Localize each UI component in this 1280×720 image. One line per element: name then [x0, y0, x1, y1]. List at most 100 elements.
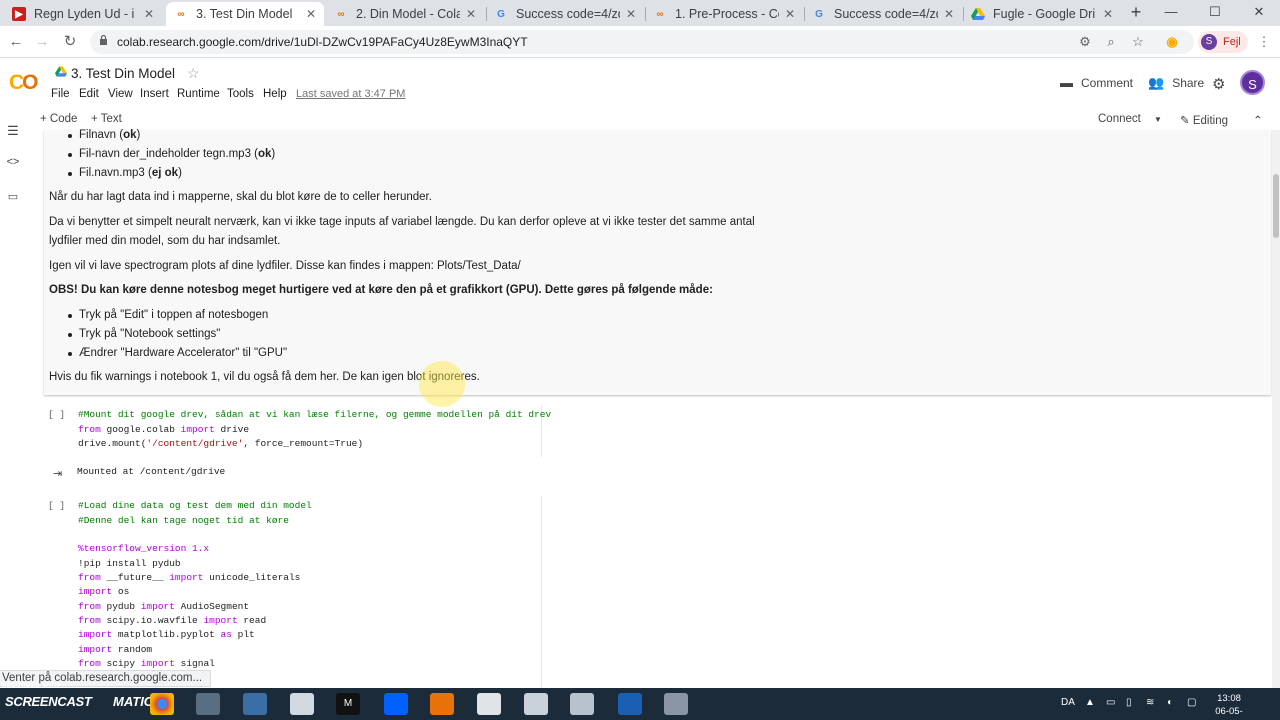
chrome-taskbar-icon[interactable]	[150, 693, 174, 715]
bookmark-star-icon[interactable]: ☆	[1130, 35, 1146, 49]
forward-icon[interactable]: →	[32, 32, 52, 52]
files-folder-icon[interactable]: ▭	[5, 190, 21, 203]
close-icon[interactable]: ✕	[1101, 7, 1115, 21]
code-line[interactable]: #Mount dit google drev, sådan at vi kan …	[78, 409, 551, 420]
tab-pre-process[interactable]: ∞ 1. Pre-Process - Co ✕	[645, 2, 803, 26]
tab-test-din-model[interactable]: ∞ 3. Test Din Model ✕	[166, 2, 324, 26]
settings-taskbar-icon[interactable]	[290, 693, 314, 715]
code-line[interactable]: from scipy import signal	[78, 658, 215, 669]
network-icon[interactable]: ▭	[1106, 697, 1115, 708]
cell-output: Mounted at /content/gdrive	[77, 466, 226, 477]
share-label: Share	[1172, 76, 1205, 90]
site-settings-icon[interactable]: ⚙	[1077, 35, 1093, 49]
notification-icon[interactable]: ▢	[1187, 697, 1196, 708]
new-tab-button[interactable]: +	[1126, 3, 1146, 23]
extension-icon[interactable]: ◉	[1164, 35, 1180, 49]
close-icon[interactable]: ✕	[783, 7, 797, 21]
chevron-down-icon: ▼	[1154, 115, 1162, 124]
tab-regn-lyden[interactable]: ▶ Regn Lyden Ud - i ✕	[4, 2, 162, 26]
profile-chip[interactable]: S Fejl	[1198, 31, 1248, 53]
battery-icon[interactable]: ▯	[1126, 697, 1132, 708]
settings-button[interactable]: ⚙	[1212, 75, 1233, 93]
menu-view[interactable]: View	[108, 88, 133, 100]
tab-success-code-2[interactable]: G Success code=4/zq ✕	[804, 2, 962, 26]
output-actions-icon[interactable]: ⇥	[53, 467, 62, 480]
colab-icon: ∞	[177, 8, 185, 20]
paragraph-bold: OBS! Du kan køre denne notesbog meget hu…	[49, 284, 713, 296]
add-code-button[interactable]: + Code	[40, 113, 77, 125]
profile-error-label: Fejl	[1223, 36, 1241, 48]
connect-button[interactable]: Connect ▼	[1098, 113, 1162, 125]
tab-fugle-drive[interactable]: Fugle - Google Dri ✕	[963, 2, 1121, 26]
code-line[interactable]: drive.mount('/content/gdrive', force_rem…	[78, 438, 363, 449]
close-icon[interactable]: ✕	[304, 7, 318, 21]
code-line[interactable]: from pydub import AudioSegment	[78, 601, 249, 612]
run-cell-button[interactable]: [ ]	[48, 500, 65, 511]
wifi-icon[interactable]: ≋	[1146, 697, 1154, 708]
close-window-button[interactable]: ✕	[1238, 0, 1280, 26]
tab-success-code-1[interactable]: G Success code=4/zq ✕	[486, 2, 644, 26]
back-icon[interactable]: ←	[6, 32, 26, 52]
file-taskbar-icon[interactable]	[243, 693, 267, 715]
code-line[interactable]: import os	[78, 586, 129, 597]
zoom-icon[interactable]: ⌕	[1103, 35, 1119, 49]
editing-mode-button[interactable]: ✎ Editing	[1180, 113, 1228, 127]
code-line[interactable]: import matplotlib.pyplot as plt	[78, 629, 255, 640]
document-taskbar-icon[interactable]	[570, 693, 594, 715]
code-line[interactable]: from __future__ import unicode_literals	[78, 572, 300, 583]
colab-logo[interactable]: CO	[9, 71, 39, 95]
code-line[interactable]: !pip install pydub	[78, 558, 181, 569]
paragraph: Igen vil vi lave spectrogram plots af di…	[49, 260, 521, 272]
collapse-header-icon[interactable]: ⌃	[1253, 113, 1263, 127]
close-icon[interactable]: ✕	[464, 7, 478, 21]
comment-button[interactable]: ▬ Comment	[1060, 75, 1133, 90]
omnibox[interactable]: colab.research.google.com/drive/1uDl-DZw…	[90, 30, 1194, 54]
close-icon[interactable]: ✕	[942, 7, 956, 21]
code-snippets-icon[interactable]: <>	[5, 156, 21, 168]
reload-icon[interactable]: ↻	[60, 32, 80, 52]
mouse-cursor-highlight	[419, 361, 465, 407]
taskbar-clock[interactable]: 13:08 06-05-2020	[1206, 692, 1252, 720]
list-item: Fil-navn der_indeholder tegn.mp3 (ok)	[67, 148, 276, 160]
code-line[interactable]: from scipy.io.wavfile import read	[78, 615, 266, 626]
menu-file[interactable]: File	[51, 88, 70, 100]
menu-runtime[interactable]: Runtime	[177, 88, 220, 100]
close-icon[interactable]: ✕	[624, 7, 638, 21]
tray-up-icon[interactable]: ▲	[1085, 697, 1095, 708]
star-icon[interactable]: ☆	[187, 65, 200, 82]
maximize-button[interactable]: ☐	[1194, 0, 1236, 26]
menu-tools[interactable]: Tools	[227, 88, 254, 100]
code-line[interactable]: %tensorflow_version 1.x	[78, 543, 209, 554]
table-of-contents-icon[interactable]: ☰	[5, 123, 21, 139]
volume-icon[interactable]: ◖	[1166, 697, 1172, 708]
snipping-taskbar-icon[interactable]	[664, 693, 688, 715]
last-saved-link[interactable]: Last saved at 3:47 PM	[296, 88, 405, 100]
drive-icon	[971, 7, 985, 21]
menu-insert[interactable]: Insert	[140, 88, 169, 100]
tab-din-model[interactable]: ∞ 2. Din Model - Cola ✕	[326, 2, 484, 26]
code-line[interactable]: from google.colab import drive	[78, 424, 249, 435]
user-avatar[interactable]: S	[1240, 70, 1265, 95]
dropbox-taskbar-icon[interactable]	[384, 693, 408, 715]
menu-edit[interactable]: Edit	[79, 88, 99, 100]
notebook-title[interactable]: 3. Test Din Model	[71, 66, 175, 81]
add-text-button[interactable]: + Text	[91, 113, 122, 125]
code-line[interactable]: import random	[78, 644, 152, 655]
browser-taskbar-icon[interactable]	[618, 693, 642, 715]
editor-taskbar-icon[interactable]	[430, 693, 454, 715]
close-icon[interactable]: ✕	[142, 7, 156, 21]
code-line[interactable]: #Load dine data og test dem med din mode…	[78, 500, 312, 511]
chart-taskbar-icon[interactable]	[524, 693, 548, 715]
minimize-button[interactable]: —	[1150, 0, 1192, 26]
share-button[interactable]: 👥 Share	[1148, 75, 1204, 91]
code-line[interactable]: #Denne del kan tage noget tid at køre	[78, 515, 289, 526]
run-cell-button[interactable]: [ ]	[48, 409, 65, 420]
scrollbar-thumb[interactable]	[1273, 174, 1279, 238]
terminal-taskbar-icon[interactable]: M	[336, 693, 360, 715]
menu-help[interactable]: Help	[263, 88, 287, 100]
language-indicator[interactable]: DA	[1061, 697, 1075, 708]
google-icon: G	[497, 8, 505, 20]
calculator-taskbar-icon[interactable]	[477, 693, 501, 715]
app-taskbar-icon[interactable]	[196, 693, 220, 715]
browser-menu-icon[interactable]: ⋮	[1256, 35, 1272, 49]
